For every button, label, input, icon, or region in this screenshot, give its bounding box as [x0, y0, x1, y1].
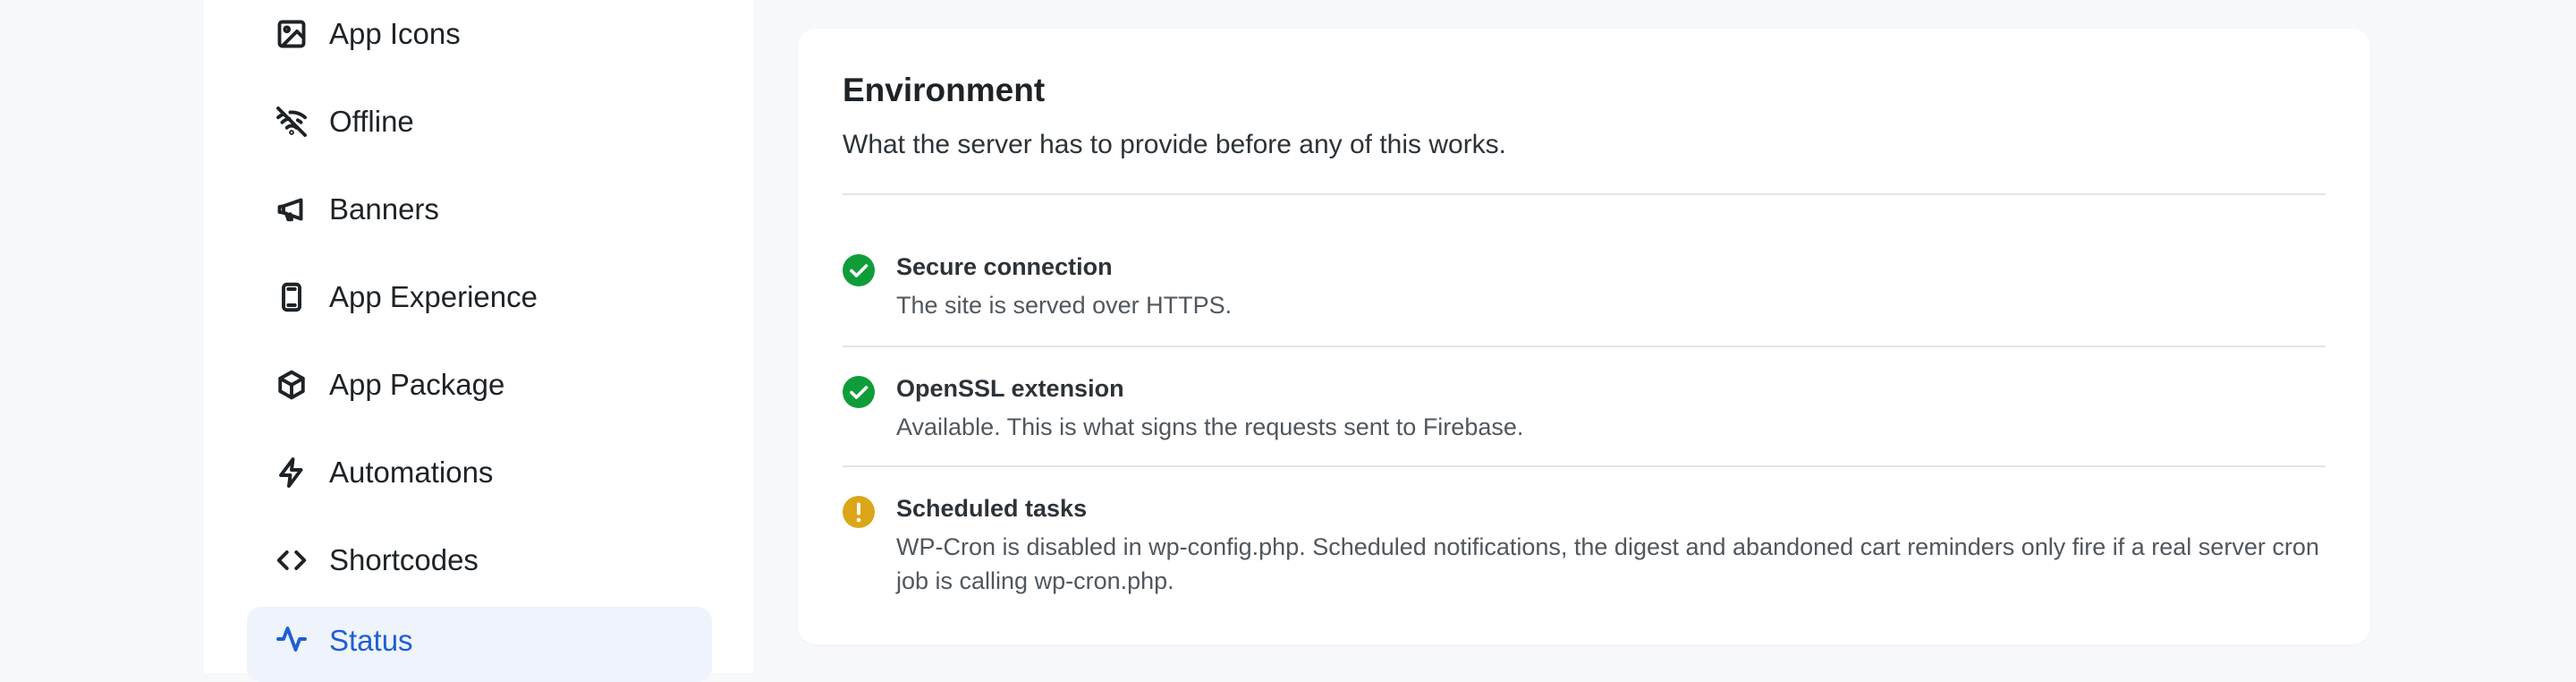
sidebar-item-label: Banners — [329, 192, 439, 226]
card-title: Environment — [843, 72, 1046, 108]
check-description: WP-Cron is disabled in wp-config.php. Sc… — [896, 533, 2319, 594]
sidebar-item-label: App Package — [329, 368, 505, 401]
sidebar-item-automations[interactable]: Automations — [247, 439, 712, 507]
sidebar-item-offline[interactable]: Offline — [247, 88, 712, 156]
check-title: Scheduled tasks — [896, 495, 1088, 522]
check-description: Available. This is what signs the reques… — [896, 413, 1524, 440]
lightning-icon — [275, 456, 308, 489]
wifi-off-icon — [275, 106, 308, 138]
phone-icon — [275, 281, 308, 313]
sidebar-item-shortcodes[interactable]: Shortcodes — [247, 526, 712, 594]
sidebar-item-label: App Icons — [329, 17, 461, 50]
divider — [843, 465, 2326, 467]
activity-icon — [275, 623, 308, 655]
sidebar-item-label: Status — [329, 624, 413, 657]
environment-card: Environment What the server has to provi… — [798, 29, 2370, 644]
sidebar-item-app-experience[interactable]: App Experience — [247, 263, 712, 331]
sidebar-item-label: Automations — [329, 456, 494, 489]
check-description: The site is served over HTTPS. — [896, 292, 1233, 319]
sidebar-item-label: Offline — [329, 105, 414, 138]
divider — [843, 193, 2326, 195]
divider — [843, 345, 2326, 347]
sidebar-item-status[interactable]: Status — [247, 607, 712, 682]
package-icon — [275, 369, 308, 401]
settings-sidebar: App Icons Offline Banners App Experience… — [204, 0, 753, 682]
sidebar-item-app-package[interactable]: App Package — [247, 351, 712, 419]
check-title: OpenSSL extension — [896, 375, 1124, 402]
megaphone-icon — [275, 193, 308, 226]
sidebar-item-label: App Experience — [329, 280, 538, 313]
check-circle-icon — [843, 376, 875, 408]
sidebar-item-app-icons[interactable]: App Icons — [247, 0, 712, 68]
sidebar-item-label: Shortcodes — [329, 543, 479, 576]
sidebar-item-banners[interactable]: Banners — [247, 175, 712, 243]
image-icon — [275, 18, 308, 50]
check-title: Secure connection — [896, 253, 1113, 280]
code-icon — [275, 544, 308, 576]
check-circle-icon — [843, 254, 875, 286]
card-subtitle: What the server has to provide before an… — [843, 130, 1507, 159]
warning-circle-icon — [843, 496, 875, 528]
